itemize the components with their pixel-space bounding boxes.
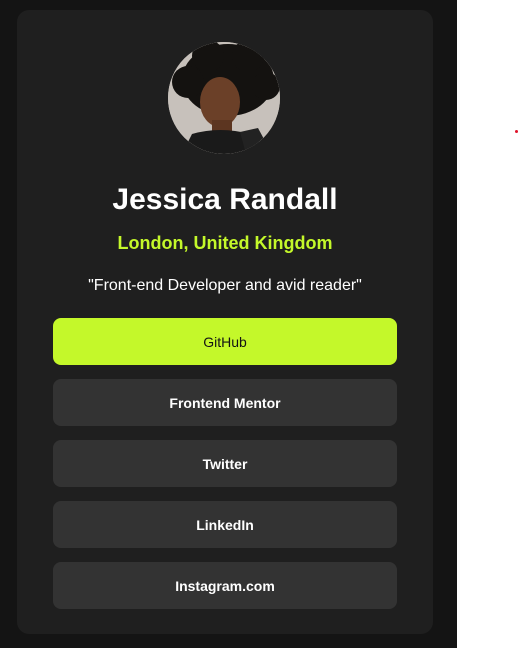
github-link-button[interactable]: GitHub [53, 318, 397, 365]
avatar-image [168, 42, 280, 154]
linkedin-link-button[interactable]: LinkedIn [53, 501, 397, 548]
frontend-mentor-link-button[interactable]: Frontend Mentor [53, 379, 397, 426]
profile-name: Jessica Randall [112, 183, 338, 216]
profile-card: Jessica Randall London, United Kingdom "… [17, 10, 433, 634]
cursor-dot [515, 130, 518, 133]
avatar [168, 42, 280, 154]
social-links: GitHub Frontend Mentor Twitter LinkedIn … [53, 318, 397, 623]
instagram-link-button[interactable]: Instagram.com [53, 562, 397, 609]
twitter-link-button[interactable]: Twitter [53, 440, 397, 487]
profile-bio: "Front-end Developer and avid reader" [88, 277, 362, 294]
profile-location: London, United Kingdom [117, 233, 333, 253]
